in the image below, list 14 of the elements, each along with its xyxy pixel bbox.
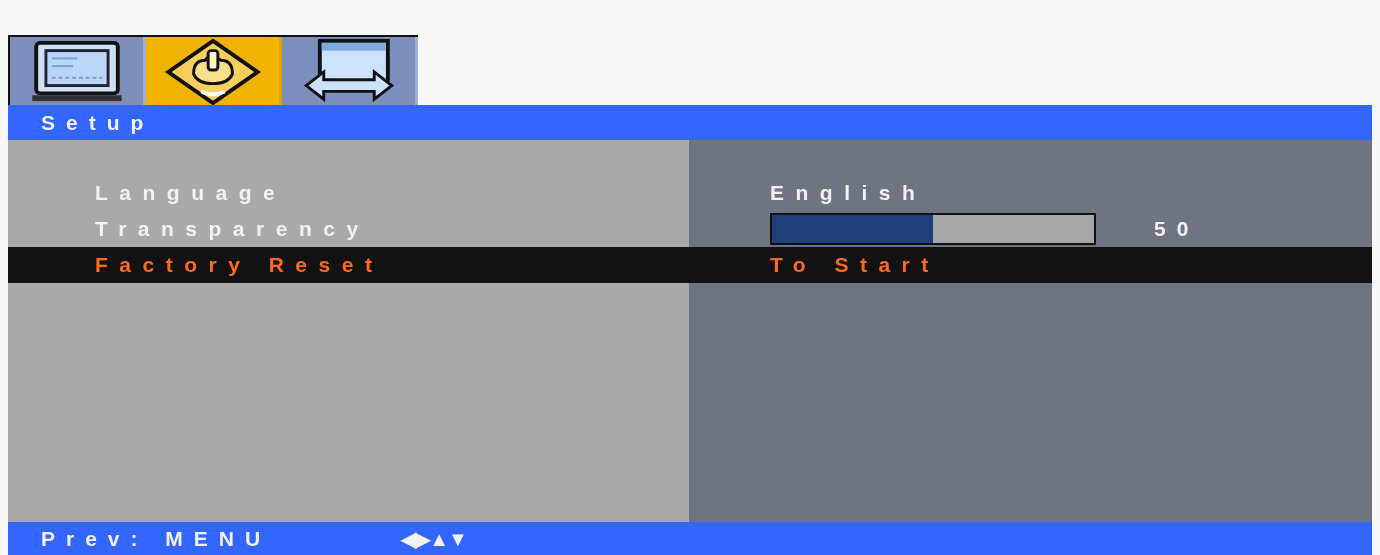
- slider-track[interactable]: [770, 213, 1096, 245]
- menu-tab[interactable]: [282, 37, 418, 105]
- setting-value: English: [770, 181, 927, 205]
- menu-tab[interactable]: [10, 37, 146, 105]
- setting-label[interactable]: Transparency: [8, 217, 689, 241]
- hint-text: Prev: MENU: [41, 526, 272, 551]
- slider-reading: 50: [1154, 217, 1200, 241]
- setting-value: To Start: [770, 253, 940, 277]
- menu-tab[interactable]: [146, 37, 282, 105]
- arrow-keys: ◀▶▲▼: [401, 526, 467, 551]
- highlight-bar[interactable]: Factory Reset To Start: [8, 247, 1372, 283]
- setting-label[interactable]: Language: [8, 181, 689, 205]
- setting-label: Factory Reset: [94, 253, 385, 277]
- menu-title: Setup: [41, 110, 155, 135]
